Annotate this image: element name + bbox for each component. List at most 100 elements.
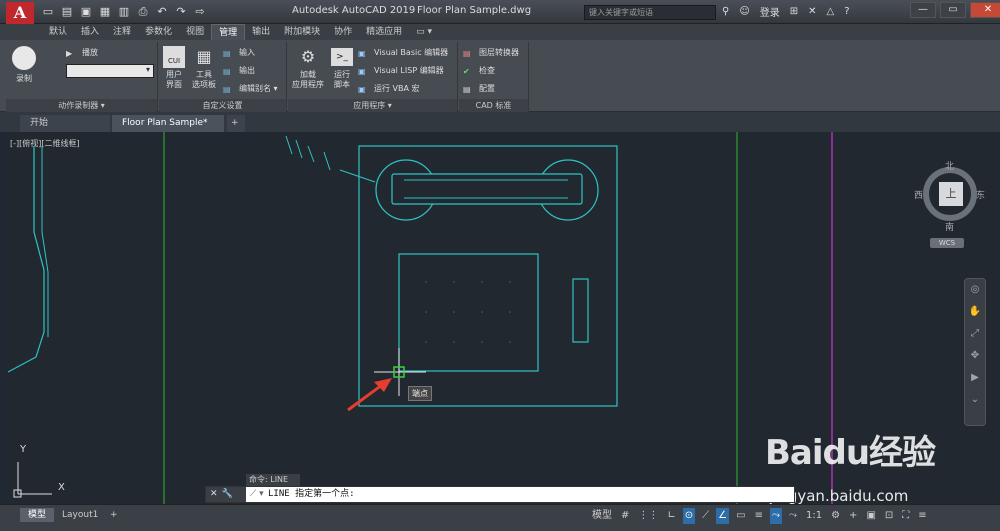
undo-icon[interactable]: ↶ [154,4,170,20]
tab-output[interactable]: 输出 [245,24,277,40]
zoom-extents-icon[interactable]: ⤢ [965,323,985,345]
print-icon[interactable]: ⎙ [135,4,151,20]
run-script-icon: >_ [331,48,353,66]
edit-aliases-button[interactable]: ▤ 编辑别名 ▾ [223,82,278,96]
tool-palettes-icon: ▦ [196,47,212,66]
tab-addins[interactable]: 附加模块 [277,24,327,40]
tab-manage[interactable]: 管理 [211,24,246,40]
lineweight-icon[interactable]: ≡ [753,508,765,524]
tool-palettes-button[interactable]: ▦ 工具 选项板 [189,46,219,90]
tab-parametric[interactable]: 参数化 [138,24,179,40]
edit-aliases-label: 编辑别名 [239,84,271,93]
record-button[interactable]: 录制 [10,46,38,84]
search-input[interactable]: 键入关键字或短语 [584,5,716,20]
compass-south[interactable]: 南 [945,220,954,233]
clean-screen-icon[interactable]: ⛶ [900,508,911,524]
isolate-objects-icon[interactable]: ▣ [864,508,877,524]
close-command-icon[interactable]: ✕ [206,489,222,499]
redo-icon[interactable]: ↷ [173,4,189,20]
tab-start[interactable]: 开始 [20,115,110,132]
import-button[interactable]: ▤ 输入 [223,46,255,60]
customize-command-icon[interactable]: 🔧 [222,489,233,499]
object-snap-icon[interactable]: ▭ [734,508,747,524]
plus-icon[interactable]: + [847,508,859,524]
save-icon[interactable]: ▣ [78,4,94,20]
connect-icon[interactable]: △ [827,6,835,17]
user-interface-button[interactable]: CUI 用户 界面 [161,46,187,90]
viewcube[interactable]: 上 北 南 东 西 WCS [914,158,986,248]
viewcube-top-face[interactable]: 上 [939,182,963,206]
wcs-menu[interactable]: WCS [930,238,964,248]
add-layout-icon[interactable]: + [102,508,126,522]
save-as-icon[interactable]: ▦ [97,4,113,20]
restore-icon[interactable]: ▭ [940,2,966,18]
minimize-icon[interactable]: — [910,2,936,18]
isodraft-icon[interactable]: ⟋ [700,508,711,524]
load-application-button[interactable]: ⚙ 加载 应用程序 [290,46,326,90]
hatch-line [295,139,303,159]
binoculars-icon[interactable]: ⚲ [722,6,729,17]
tab-annotate[interactable]: 注释 [106,24,138,40]
panel-title-cad-standards[interactable]: CAD 标准 [459,99,528,112]
annotation-visibility-icon[interactable]: ⤳ [769,508,782,524]
close-icon[interactable]: ✕ [970,2,1000,18]
lisp-editor-button[interactable]: ▣ Visual LISP 编辑器 [358,64,444,78]
orbit-icon[interactable]: ✥ [965,345,985,367]
command-line[interactable]: ✕ 🔧 ⟋ ▾ LINE 指定第一个点: [205,486,795,503]
grid-icon[interactable]: # [619,508,631,524]
login-button[interactable]: 登录 [760,4,780,19]
autoscale-icon[interactable]: ⤳ [787,508,799,524]
settings-icon[interactable]: ⚙ [829,508,842,524]
vba-editor-button[interactable]: ▣ Visual Basic 编辑器 [358,46,448,60]
ortho-icon[interactable]: ∟ [665,508,677,524]
tab-floor-plan-sample[interactable]: Floor Plan Sample* [112,115,224,132]
tab-layout1[interactable]: Layout1 [54,508,106,522]
share-icon[interactable]: ⇨ [192,4,208,20]
configure-button[interactable]: ▤ 配置 [463,82,495,96]
pan-icon[interactable]: ✋ [965,301,985,323]
panel-title-applications[interactable]: 应用程序 ▾ [288,99,457,112]
tab-default[interactable]: 默认 [42,24,74,40]
nav-menu-icon[interactable]: ⌄ [965,389,985,411]
play-icon: ▶ [66,49,73,58]
run-vba-macro-button[interactable]: ▣ 运行 VBA 宏 [358,82,420,96]
compass-west[interactable]: 西 [914,188,923,201]
snap-icon[interactable]: ⋮⋮ [636,508,660,524]
new-file-icon[interactable]: ▭ [40,4,56,20]
annotation-scale[interactable]: 1:1 [804,508,824,524]
layer-translator-button[interactable]: ▤ 图层转换器 [463,46,519,60]
macro-select[interactable]: ▾ [66,64,154,78]
showmotion-icon[interactable]: ▶ [965,367,985,389]
steering-wheel-icon[interactable]: ◎ [965,279,985,301]
application-menu-button[interactable]: A [6,2,34,24]
panel-title-action-recorder[interactable]: 动作录制器 ▾ [6,99,157,112]
import-icon: ▤ [223,49,231,58]
play-button[interactable]: ▶ 播放 [66,46,98,60]
help-icon[interactable]: ? [844,6,849,17]
hardware-acceleration-icon[interactable]: ⊡ [883,508,895,524]
exchange-icon[interactable]: ✕ [808,6,816,17]
polar-tracking-icon[interactable]: ⊙ [682,508,696,524]
compass-north[interactable]: 北 [945,159,954,172]
navigation-bar: ◎ ✋ ⤢ ✥ ▶ ⌄ [964,278,986,426]
compass-east[interactable]: 东 [976,188,985,201]
tab-model[interactable]: 模型 [20,508,55,522]
tab-featured-apps[interactable]: 精选应用 [359,24,409,40]
model-space-button[interactable]: 模型 [590,508,614,524]
plot-icon[interactable]: ▥ [116,4,132,20]
open-file-icon[interactable]: ▤ [59,4,75,20]
tab-collaborate[interactable]: 协作 [327,24,359,40]
run-script-button[interactable]: >_ 运行 脚本 [328,46,356,90]
tab-insert[interactable]: 插入 [74,24,106,40]
ribbon-options-icon[interactable]: ▭ ▾ [409,24,439,40]
object-snap-tracking-icon[interactable]: ∠ [716,508,730,524]
grid-dots [425,281,511,343]
check-button[interactable]: ✔ 检查 [463,64,495,78]
cart-icon[interactable]: ⊞ [790,6,798,17]
export-button[interactable]: ▤ 输出 [223,64,255,78]
user-icon[interactable]: ☺ [739,6,749,17]
tab-view[interactable]: 视图 [179,24,211,40]
customization-menu-icon[interactable]: ≡ [916,508,928,524]
panel-title-customize[interactable]: 自定义设置 [159,99,286,112]
new-tab-icon[interactable]: + [227,115,245,132]
